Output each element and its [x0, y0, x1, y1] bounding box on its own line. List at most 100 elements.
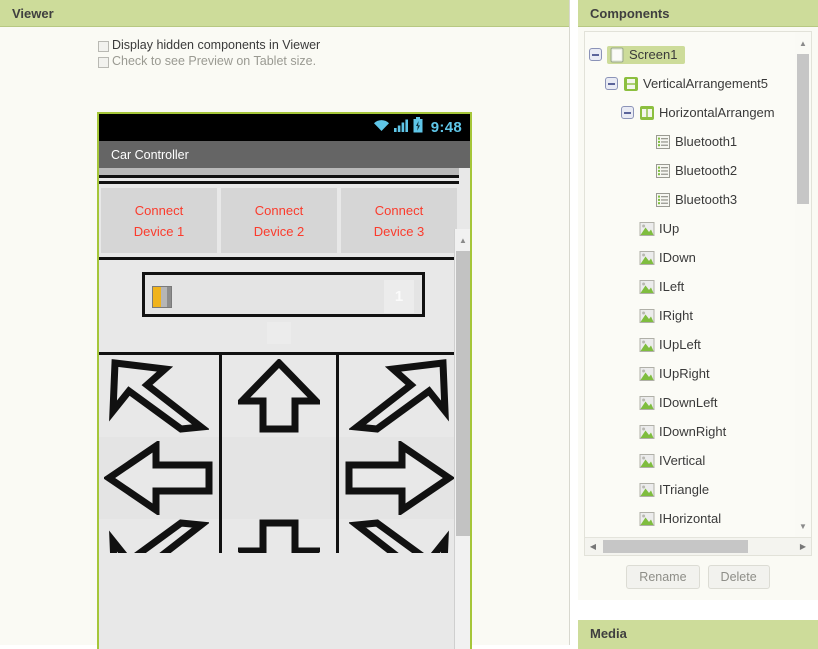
arrow-up-cell[interactable] [219, 355, 339, 437]
image-icon [639, 453, 655, 469]
tree-item-bluetooth3[interactable]: Bluetooth3 [589, 185, 795, 214]
tree-item-content[interactable]: IHorizontal [639, 511, 721, 527]
tree-item-iupright[interactable]: IUpRight [589, 359, 795, 388]
arrow-right-cell[interactable] [339, 437, 459, 519]
tree-item-content[interactable]: Bluetooth1 [655, 134, 737, 150]
tree-item-iright[interactable]: IRight [589, 301, 795, 330]
delete-button[interactable]: Delete [707, 565, 770, 589]
tree-item-verticalarrangement5[interactable]: VerticalArrangement5 [589, 69, 795, 98]
arrow-up-right-cell[interactable] [339, 355, 459, 437]
image-icon [639, 337, 655, 353]
slider-value-label: 1 [384, 280, 414, 313]
speed-slider[interactable]: 1 [142, 272, 425, 317]
component-tree-vscroll-thumb[interactable] [797, 54, 809, 204]
tree-item-content[interactable]: ILeft [639, 279, 684, 295]
tree-item-content[interactable]: IUpLeft [639, 337, 701, 353]
tree-scroll-right-icon[interactable]: ▶ [795, 542, 811, 551]
connect-device-1-button[interactable]: Connect Device 1 [101, 188, 217, 253]
arrow-down-left-icon[interactable] [109, 519, 209, 553]
arrow-down-right-cell[interactable] [339, 519, 459, 553]
tree-collapse-icon[interactable] [589, 48, 602, 61]
tree-item-label: Screen1 [629, 47, 678, 62]
media-panel-title: Media [578, 620, 818, 647]
arrow-down-right-icon[interactable] [349, 519, 449, 553]
tree-scroll-down-icon[interactable]: ▼ [795, 517, 811, 535]
tree-toggle-spacer [637, 135, 650, 148]
tree-item-content[interactable]: Bluetooth3 [655, 192, 737, 208]
tree-item-idown[interactable]: IDown [589, 243, 795, 272]
connect-device-2-button[interactable]: Connect Device 2 [221, 188, 337, 253]
signal-icon [393, 118, 409, 137]
arrow-down-cell[interactable] [219, 519, 339, 553]
tree-item-iupleft[interactable]: IUpLeft [589, 330, 795, 359]
component-tree-hscroll-thumb[interactable] [603, 540, 748, 553]
rename-button[interactable]: Rename [626, 565, 700, 589]
connect-device-3-button[interactable]: Connect Device 3 [341, 188, 457, 253]
tree-item-iup[interactable]: IUp [589, 214, 795, 243]
tree-item-ivertical[interactable]: IVertical [589, 446, 795, 475]
scroll-up-icon[interactable]: ▲ [455, 231, 470, 249]
arrow-left-icon[interactable] [104, 441, 214, 515]
arrow-up-left-icon[interactable] [109, 359, 209, 433]
form-scrollbar[interactable]: ▲ ▼ [454, 229, 470, 649]
phone-app-title: Car Controller [111, 147, 189, 162]
tree-collapse-icon[interactable] [621, 106, 634, 119]
connect-device-2-line2: Device 2 [253, 223, 305, 239]
arrow-up-icon[interactable] [238, 359, 320, 433]
tree-hscroll-track[interactable] [601, 540, 795, 553]
tree-item-content[interactable]: IUpRight [639, 366, 710, 382]
tree-collapse-icon[interactable] [605, 77, 618, 90]
tree-item-screen1[interactable]: Screen1 [589, 40, 795, 69]
placeholder-box [267, 322, 291, 344]
tree-item-bluetooth1[interactable]: Bluetooth1 [589, 127, 795, 156]
arrow-left-cell[interactable] [99, 437, 219, 519]
component-tree-buttons: Rename Delete [578, 565, 818, 589]
tree-item-content[interactable]: ITriangle [639, 482, 709, 498]
checkbox-tablet-preview[interactable] [98, 57, 109, 68]
tree-toggle-spacer [621, 309, 634, 322]
checkbox-row-hidden-components[interactable]: Display hidden components in Viewer [98, 36, 569, 52]
arrow-up-left-cell[interactable] [99, 355, 219, 437]
tree-item-content[interactable]: IUp [639, 221, 679, 237]
arrow-down-icon[interactable] [238, 519, 320, 553]
phone-preview[interactable]: 9:48 Car Controller Connect Device 1 Con… [97, 112, 472, 649]
tree-item-label: IHorizontal [659, 511, 722, 526]
slider-thumb[interactable] [152, 286, 172, 308]
form-top-gap [99, 168, 459, 175]
tree-item-ihorizontal[interactable]: IHorizontal [589, 504, 795, 533]
tree-item-content[interactable]: IVertical [639, 453, 705, 469]
tree-item-content[interactable]: Bluetooth2 [655, 163, 737, 179]
tree-item-idownright[interactable]: IDownRight [589, 417, 795, 446]
tree-scroll-up-icon[interactable]: ▲ [795, 34, 811, 52]
tree-item-bluetooth2[interactable]: Bluetooth2 [589, 156, 795, 185]
tree-item-content[interactable]: IDownRight [639, 424, 726, 440]
form-scrollbar-thumb[interactable] [456, 251, 470, 536]
tree-item-content[interactable]: HorizontalArrangem [639, 105, 775, 121]
image-icon [639, 221, 655, 237]
image-icon [639, 424, 655, 440]
tree-scroll-left-icon[interactable]: ◀ [585, 542, 601, 551]
component-tree-vscrollbar[interactable]: ▲ ▼ [795, 32, 811, 537]
tree-item-itriangle[interactable]: ITriangle [589, 475, 795, 504]
tree-toggle-spacer [621, 338, 634, 351]
arrow-up-right-icon[interactable] [349, 359, 449, 433]
tree-item-content[interactable]: IDownLeft [639, 395, 718, 411]
checkbox-row-tablet-preview[interactable]: Check to see Preview on Tablet size. [98, 52, 569, 68]
arrow-right-icon[interactable] [344, 441, 454, 515]
connect-buttons-row: Connect Device 1 Connect Device 2 Connec… [99, 184, 459, 257]
tree-toggle-spacer [621, 367, 634, 380]
arrow-down-left-cell[interactable] [99, 519, 219, 553]
wifi-icon [373, 118, 390, 137]
tree-item-label: IUp [659, 221, 680, 236]
tree-item-idownleft[interactable]: IDownLeft [589, 388, 795, 417]
tree-toggle-spacer [637, 193, 650, 206]
tree-item-horizontalarrangem[interactable]: HorizontalArrangem [589, 98, 795, 127]
tree-item-ileft[interactable]: ILeft [589, 272, 795, 301]
tree-item-content[interactable]: IDown [639, 250, 696, 266]
checkbox-hidden-components[interactable] [98, 41, 109, 52]
tree-item-content[interactable]: Screen1 [607, 45, 686, 64]
tree-item-label: ITriangle [659, 482, 710, 497]
tree-item-content[interactable]: VerticalArrangement5 [623, 76, 768, 92]
component-tree-hscrollbar[interactable]: ◀ ▶ [585, 537, 811, 555]
tree-item-content[interactable]: IRight [639, 308, 693, 324]
